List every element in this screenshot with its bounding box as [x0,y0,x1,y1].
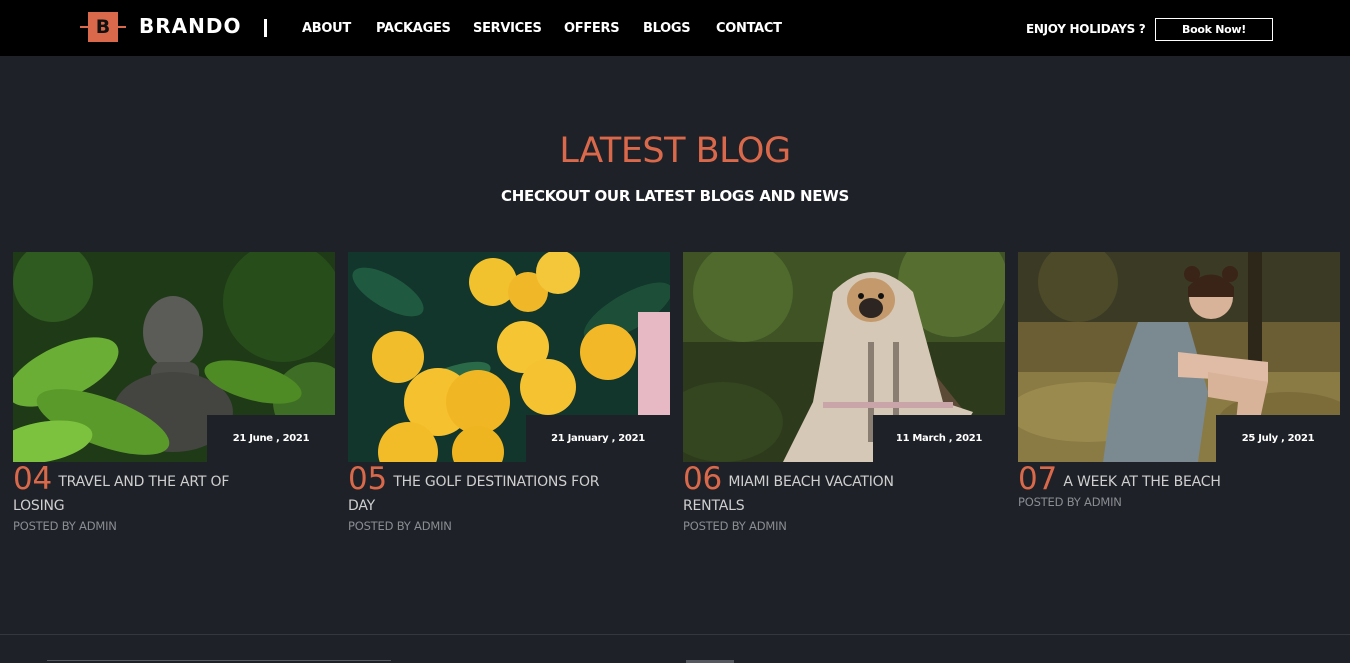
post-number: 06 [683,461,723,497]
blog-card-image[interactable]: 21 June , 2021 [13,252,335,462]
post-title-text[interactable]: A WEEK AT THE BEACH [1063,474,1221,490]
blog-card[interactable]: 25 July , 2021 07 A WEEK AT THE BEACH PO… [1018,252,1340,509]
section-title: LATEST BLOG [559,131,791,171]
post-date: 21 June , 2021 [207,415,335,462]
blog-card-image[interactable]: 11 March , 2021 [683,252,1005,462]
book-now-button[interactable]: Book Now! [1155,18,1273,41]
post-author: POSTED BY ADMIN [1018,495,1122,509]
blog-card[interactable]: 11 March , 2021 06 MIAMI BEACH VACATION … [683,252,1005,533]
nav-link-about[interactable]: ABOUT [302,21,351,36]
nav-tagline: ENJOY HOLIDAYS ? [1026,22,1146,36]
post-author: POSTED BY ADMIN [683,519,787,533]
brand-logo-icon[interactable]: B [80,12,126,42]
post-author: POSTED BY ADMIN [13,519,117,533]
nav-link-services[interactable]: SERVICES [473,21,542,36]
post-title[interactable]: 05 THE GOLF DESTINATIONS FOR DAY [348,464,608,518]
logo-letter: B [88,12,118,42]
blog-card[interactable]: 21 June , 2021 04 TRAVEL AND THE ART OF … [13,252,335,533]
nav-link-offers[interactable]: OFFERS [564,21,620,36]
top-navbar: B BRANDO ABOUT PACKAGES SERVICES OFFERS … [0,0,1350,56]
blog-card-image[interactable]: 21 January , 2021 [348,252,670,462]
post-author: POSTED BY ADMIN [348,519,452,533]
section-subtitle: CHECKOUT OUR LATEST BLOGS AND NEWS [501,187,849,205]
brand-name[interactable]: BRANDO [139,14,241,38]
nav-link-contact[interactable]: CONTACT [716,21,782,36]
post-number: 04 [13,461,53,497]
post-title[interactable]: 04 TRAVEL AND THE ART OF LOSING [13,464,273,518]
post-number: 07 [1018,461,1058,497]
post-date: 25 July , 2021 [1216,415,1340,462]
post-date: 21 January , 2021 [526,415,670,462]
post-date: 11 March , 2021 [873,415,1005,462]
nav-link-blogs[interactable]: BLOGS [643,21,691,36]
post-title[interactable]: 06 MIAMI BEACH VACATION RENTALS [683,464,943,518]
post-title[interactable]: 07 A WEEK AT THE BEACH [1018,464,1278,495]
footer-divider [0,634,1350,635]
nav-link-packages[interactable]: PACKAGES [376,21,451,36]
blog-card-image[interactable]: 25 July , 2021 [1018,252,1340,462]
post-number: 05 [348,461,388,497]
brand-divider [264,19,267,37]
blog-card[interactable]: 21 January , 2021 05 THE GOLF DESTINATIO… [348,252,670,533]
